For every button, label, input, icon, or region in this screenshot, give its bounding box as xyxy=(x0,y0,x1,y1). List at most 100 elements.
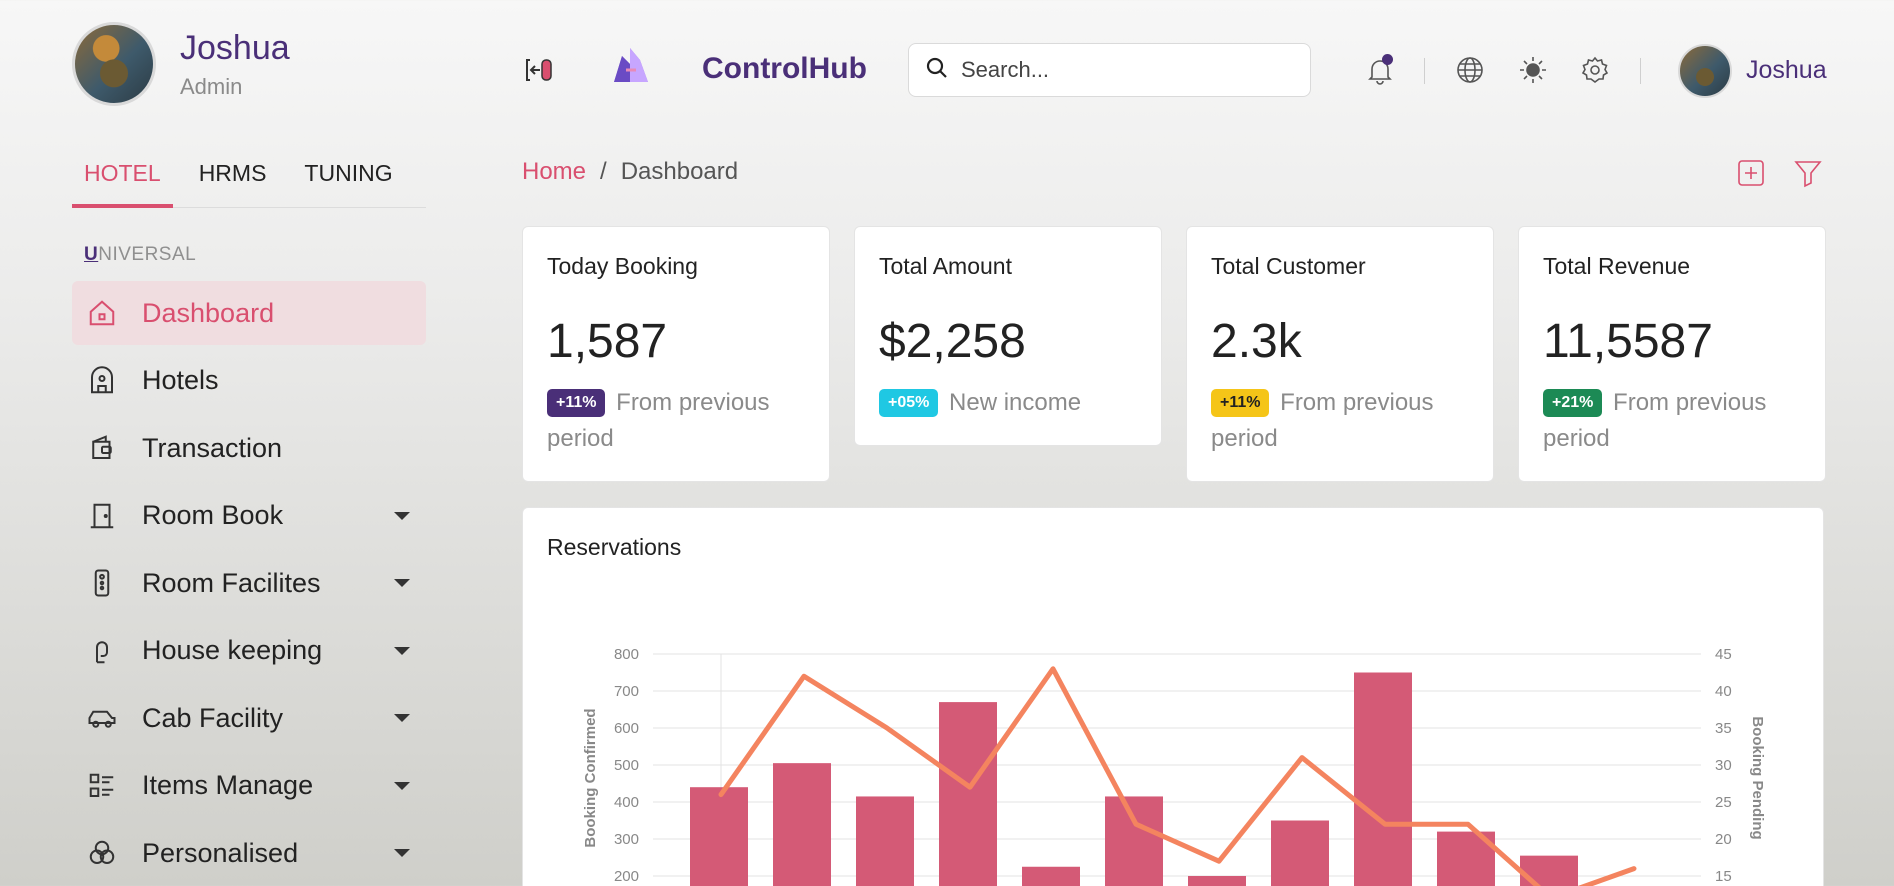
chart-bar xyxy=(1354,672,1412,886)
y2-tick-label: 35 xyxy=(1715,720,1732,737)
building-icon xyxy=(86,365,118,397)
module-tabs: HOTEL HRMS TUNING xyxy=(72,152,426,208)
add-square-icon[interactable] xyxy=(1736,158,1768,190)
breadcrumb-current: Dashboard xyxy=(620,158,739,185)
sidebar-item-label: Items Manage xyxy=(142,770,314,800)
notification-dot xyxy=(1382,54,1393,65)
chart-bar xyxy=(1105,796,1163,886)
change-badge: +11% xyxy=(1211,389,1270,417)
tab-tuning[interactable]: TUNING xyxy=(292,152,404,208)
user-name[interactable]: Joshua xyxy=(1746,56,1827,85)
header-divider xyxy=(1640,58,1641,84)
chevron-down-icon[interactable] xyxy=(394,646,410,655)
tab-hrms[interactable]: HRMS xyxy=(187,152,279,208)
tab-hotel[interactable]: HOTEL xyxy=(72,152,173,208)
profile-avatar[interactable] xyxy=(72,22,156,106)
chevron-down-icon[interactable] xyxy=(394,714,410,722)
chart-bar xyxy=(690,787,748,886)
card-value: 11,5587 xyxy=(1543,315,1713,368)
sidebar-item-room-facilities[interactable]: Room Facilites xyxy=(72,551,426,615)
breadcrumb: Home / Dashboard xyxy=(522,158,738,186)
sun-icon[interactable] xyxy=(1517,54,1549,86)
chevron-down-icon[interactable] xyxy=(394,511,410,520)
gear-icon[interactable] xyxy=(1579,54,1611,86)
reservations-chart-card: Reservations 200 300 400 500 600 700 800 15 20 25… xyxy=(522,507,1824,886)
change-badge: +11% xyxy=(547,389,606,417)
y-tick-label: 700 xyxy=(614,683,639,700)
profile-name: Joshua xyxy=(180,28,290,67)
search-input[interactable] xyxy=(961,57,1291,83)
breadcrumb-separator: / xyxy=(600,158,607,185)
y2-tick-label: 40 xyxy=(1715,683,1732,700)
sidebar-item-room-book[interactable]: Room Book xyxy=(72,484,426,548)
y2-tick-label: 20 xyxy=(1715,831,1732,848)
brand-name[interactable]: ControlHub xyxy=(702,52,867,86)
door-icon xyxy=(86,500,118,532)
card-value: 1,587 xyxy=(547,315,668,368)
search-box[interactable] xyxy=(908,43,1311,97)
sidebar-item-label: Hotels xyxy=(142,365,219,395)
y2-tick-label: 30 xyxy=(1715,757,1732,774)
y-tick-label: 500 xyxy=(614,757,639,774)
card-title: Total Revenue xyxy=(1543,253,1691,279)
card-title: Total Customer xyxy=(1211,253,1366,279)
sidebar-item-label: Personalised xyxy=(142,837,299,868)
y-axis-title: Booking Confirmed xyxy=(582,708,599,847)
y-tick-label: 400 xyxy=(614,794,639,811)
card-value: 2.3k xyxy=(1211,315,1302,368)
breadcrumb-home[interactable]: Home xyxy=(522,158,586,186)
chevron-down-icon[interactable] xyxy=(394,849,410,857)
section-label: UNIVERSAL xyxy=(84,244,197,265)
y2-axis-title: Booking Pending xyxy=(1749,716,1766,839)
hand-icon xyxy=(86,635,118,667)
y-tick-label: 200 xyxy=(614,868,639,885)
chevron-down-icon[interactable] xyxy=(394,579,410,587)
car-icon xyxy=(86,702,118,734)
card-title: Total Amount xyxy=(879,253,1012,279)
logo-icon[interactable] xyxy=(608,42,654,88)
reservations-chart: 200 300 400 500 600 700 800 15 20 25 30 35 40 45 Booki… xyxy=(582,646,1766,886)
header-divider xyxy=(1424,58,1425,84)
stat-card-total-customer: Total Customer 2.3k +11% From previous p… xyxy=(1186,226,1494,482)
user-avatar[interactable] xyxy=(1678,44,1732,98)
sidebar-item-label: Transaction xyxy=(142,432,283,463)
globe-icon[interactable] xyxy=(1454,54,1486,86)
stat-card-today-booking: Today Booking 1,587 +11% From previous p… xyxy=(522,226,830,482)
filter-icon[interactable] xyxy=(1793,158,1825,190)
y-tick-label: 800 xyxy=(614,646,639,663)
y2-tick-label: 45 xyxy=(1715,646,1732,663)
change-badge: +21% xyxy=(1543,389,1603,417)
home-icon xyxy=(86,297,118,329)
sidebar-item-label: Cab Facility xyxy=(142,702,284,733)
card-note: New income xyxy=(949,389,1082,416)
y-tick-label: 300 xyxy=(614,831,639,848)
sidebar-item-dashboard[interactable]: Dashboard xyxy=(72,281,426,345)
profile-role: Admin xyxy=(180,73,243,99)
chart-bar xyxy=(1271,820,1329,886)
sidebar-item-house-keeping[interactable]: House keeping xyxy=(72,619,426,683)
sidebar-item-personalised[interactable]: Personalised xyxy=(72,821,426,885)
sidebar-item-label: House keeping xyxy=(142,635,323,665)
sidebar-item-label: Room Facilites xyxy=(142,567,321,598)
collapse-sidebar-icon[interactable] xyxy=(522,52,558,88)
chart-bar xyxy=(939,702,997,886)
search-icon xyxy=(925,56,949,85)
wallet-icon xyxy=(86,432,118,464)
card-title: Today Booking xyxy=(547,253,698,279)
chart-bar xyxy=(773,763,831,886)
sidebar-item-cab-facility[interactable]: Cab Facility xyxy=(72,686,426,750)
sidebar-menu: Dashboard Hotels Transaction Room Book R… xyxy=(72,281,426,886)
sidebar-item-hotels[interactable]: Hotels xyxy=(72,349,426,413)
card-value: $2,258 xyxy=(879,315,1026,368)
circles-icon xyxy=(86,837,118,869)
change-badge: +05% xyxy=(879,389,939,417)
profile: Joshua Admin xyxy=(72,22,290,106)
chart-bar xyxy=(856,796,914,886)
chevron-down-icon[interactable] xyxy=(394,781,410,790)
y-tick-label: 600 xyxy=(614,720,639,737)
stat-card-total-amount: Total Amount $2,258 +05% New income xyxy=(854,226,1162,446)
sidebar-item-transaction[interactable]: Transaction xyxy=(72,416,426,480)
y2-tick-label: 15 xyxy=(1715,868,1732,885)
sidebar-item-items-manage[interactable]: Items Manage xyxy=(72,754,426,818)
chart-bar xyxy=(1188,876,1246,886)
